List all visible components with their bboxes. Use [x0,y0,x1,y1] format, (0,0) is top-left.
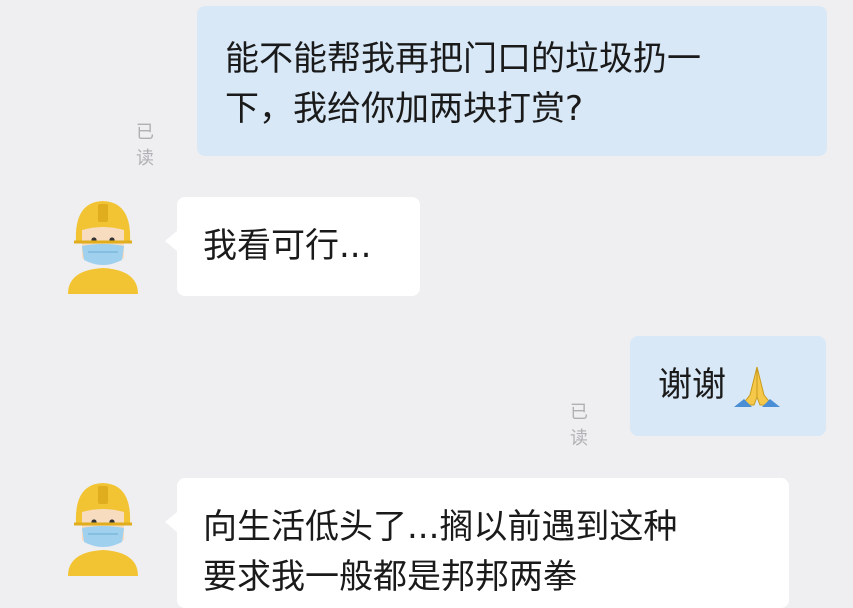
courier-avatar[interactable] [64,478,142,578]
read-status: 已读 [136,122,154,169]
read-status: 已读 [570,402,588,449]
chat-view: 已读 能不能帮我再把门口的垃圾扔一 下，我给你加两块打赏? 我看可行... 已读… [0,0,853,608]
message-bubble[interactable]: 谢谢 [630,336,826,436]
message-text: 我看可行... [203,226,372,266]
message-bubble[interactable]: 能不能帮我再把门口的垃圾扔一 下，我给你加两块打赏? [197,6,827,156]
courier-avatar[interactable] [64,196,142,296]
message-text: 向生活低头了...搁以前遇到这种 [203,507,678,547]
courier-avatar-icon [68,483,138,576]
message-bubble[interactable]: 我看可行... [165,197,420,296]
message-line: 谢谢 [658,360,826,410]
message-bubble[interactable]: 向生活低头了...搁以前遇到这种 要求我一般都是邦邦两拳 [165,478,789,608]
message-text: 能不能帮我再把门口的垃圾扔一 [225,39,701,79]
message-text: 下，我给你加两块打赏? [225,89,584,129]
message-text: 谢谢 [658,365,726,405]
courier-avatar-icon [68,201,138,294]
folded-hands-icon [728,365,786,409]
message-text: 要求我一般都是邦邦两拳 [203,557,577,597]
